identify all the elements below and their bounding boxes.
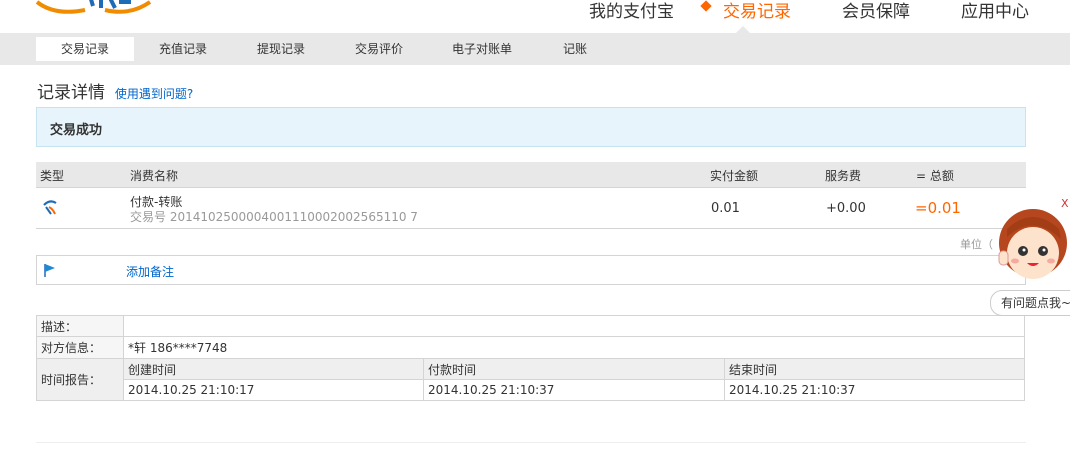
paid-amount: 0.01	[711, 201, 740, 216]
divider	[36, 442, 1026, 443]
table-row: 付款-转账 交易号 201410250000400111000200256511…	[36, 188, 1026, 229]
desc-label: 描述：	[36, 315, 124, 337]
transfer-icon	[42, 199, 58, 218]
tab-e-statement[interactable]: 电子对账单	[432, 37, 532, 61]
active-nav-marker	[700, 0, 712, 12]
assistant-bubble[interactable]: 有问题点我~	[990, 290, 1070, 316]
counterparty-value: *轩 186****7748	[123, 336, 1025, 359]
header-fee: 服务费	[825, 169, 862, 183]
header-amount: 实付金额	[710, 169, 759, 183]
counterparty-label: 对方信息：	[36, 336, 124, 359]
tab-transaction-records[interactable]: 交易记录	[36, 37, 134, 61]
add-note-link[interactable]: 添加备注	[126, 263, 174, 280]
nav-caret	[736, 26, 750, 33]
total-amount: =0.01	[915, 199, 961, 217]
nav-my-alipay[interactable]: 我的支付宝	[589, 0, 674, 22]
tab-withdraw-records[interactable]: 提现记录	[232, 37, 330, 61]
finished-time-value: 2014.10.25 21:10:37	[724, 379, 1025, 401]
detail-table: 描述： 对方信息： *轩 186****7748 时间报告： 创建时间 付款时间…	[36, 315, 1025, 401]
add-note-bar: 添加备注	[36, 255, 1026, 285]
created-time-header: 创建时间	[123, 358, 424, 380]
sub-nav: 交易记录 充值记录 提现记录 交易评价 电子对账单 记账	[0, 33, 1070, 65]
finished-time-header: 结束时间	[724, 358, 1025, 380]
created-time-value: 2014.10.25 21:10:17	[123, 379, 424, 401]
paid-time-header: 付款时间	[423, 358, 725, 380]
desc-value	[123, 315, 1025, 337]
nav-app-center[interactable]: 应用中心	[961, 0, 1029, 22]
trade-number: 交易号 2014102500004001110002002565110 7	[130, 210, 418, 224]
unit-label: 单位（	[960, 238, 993, 251]
page-title: 记录详情	[37, 83, 105, 103]
header-total: = 总额	[916, 169, 954, 183]
alipay-logo[interactable]	[35, 0, 153, 16]
header-name: 消费名称	[130, 169, 179, 183]
service-fee: +0.00	[826, 201, 866, 216]
assistant-avatar-icon[interactable]	[993, 207, 1070, 287]
help-link[interactable]: 使用遇到问题?	[115, 87, 193, 101]
header-type: 类型	[40, 169, 65, 183]
nav-member-protection[interactable]: 会员保障	[842, 0, 910, 22]
tab-transaction-reviews[interactable]: 交易评价	[330, 37, 428, 61]
tab-bookkeeping[interactable]: 记账	[540, 37, 610, 61]
status-banner: 交易成功	[36, 107, 1026, 147]
flag-icon	[43, 263, 57, 280]
paid-time-value: 2014.10.25 21:10:37	[423, 379, 725, 401]
status-text: 交易成功	[50, 123, 103, 138]
page-header: 记录详情 使用遇到问题?	[37, 78, 193, 103]
top-nav: 我的支付宝 交易记录 会员保障 应用中心	[0, 0, 1070, 33]
tab-recharge-records[interactable]: 充值记录	[134, 37, 232, 61]
table-header: 类型 消费名称 实付金额 服务费 = 总额	[36, 162, 1026, 188]
time-report-label: 时间报告：	[36, 358, 124, 401]
nav-transactions[interactable]: 交易记录	[723, 0, 791, 22]
